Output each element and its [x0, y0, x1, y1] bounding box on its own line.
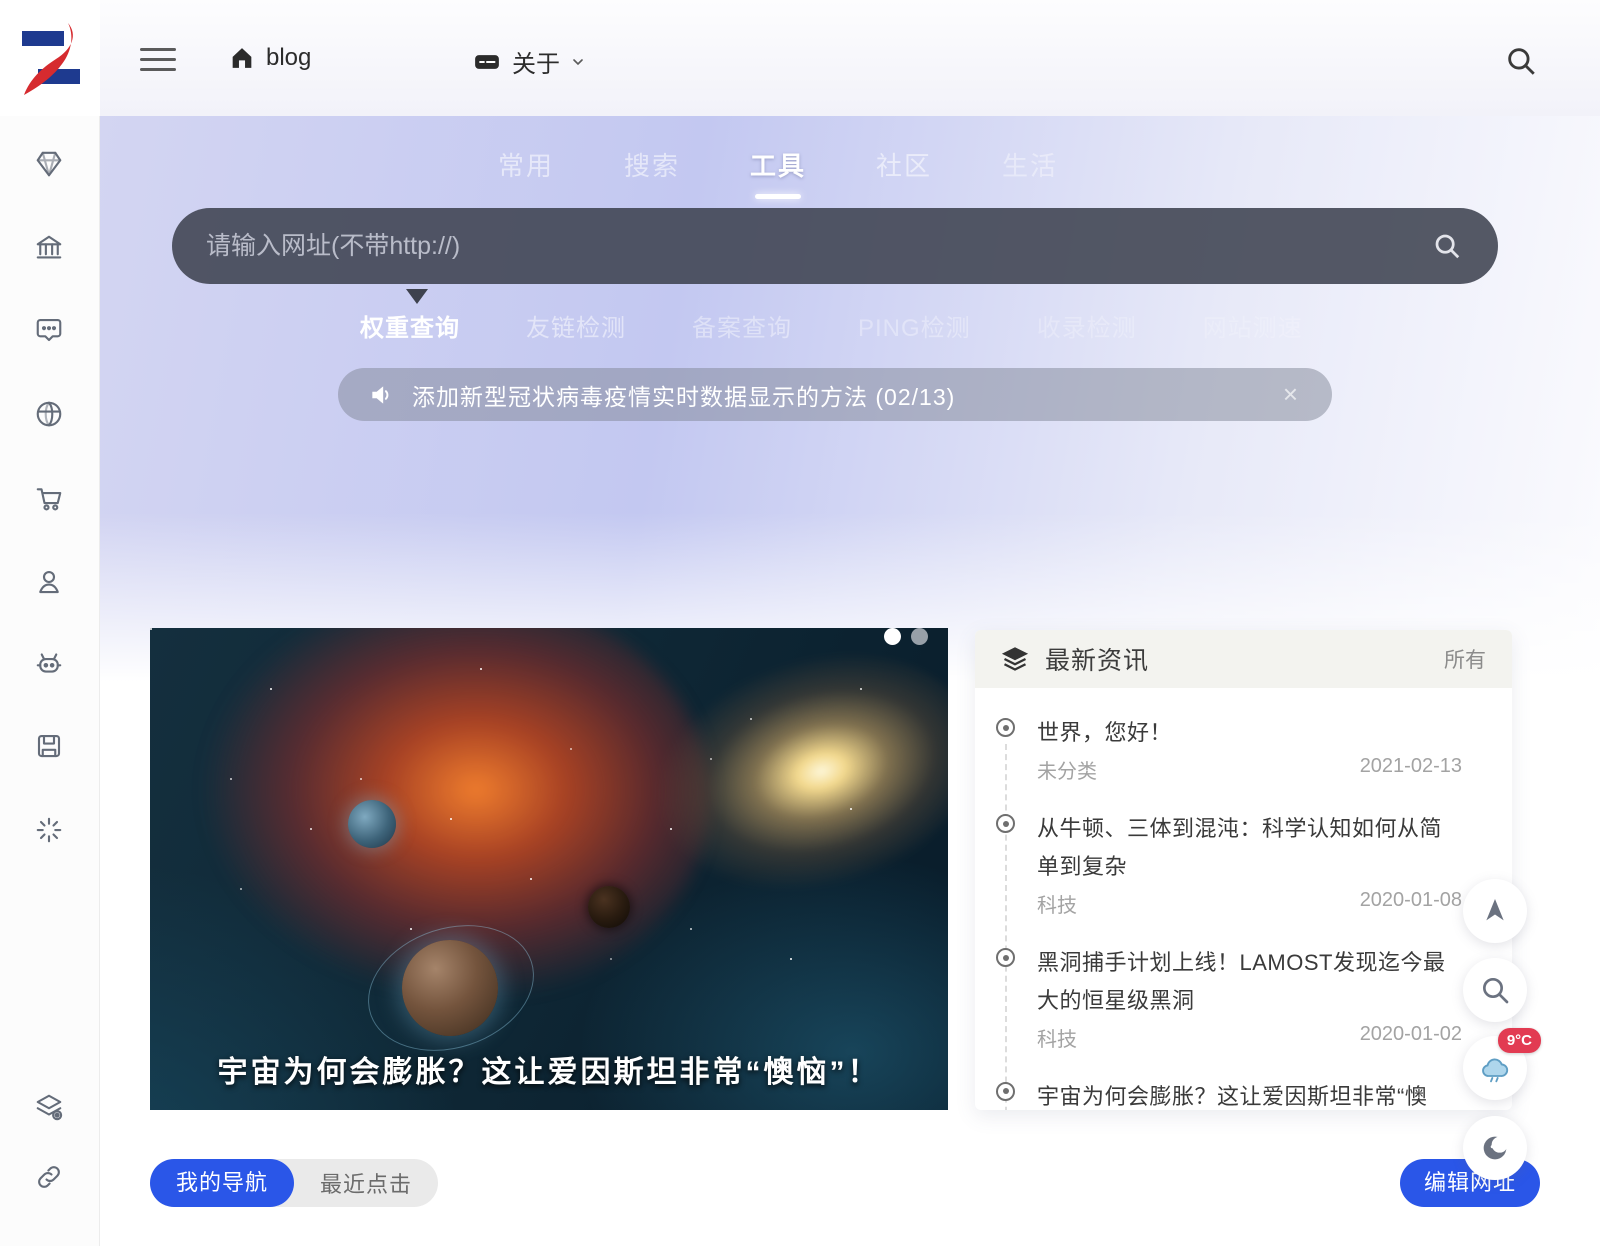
home-icon [228, 44, 256, 72]
layers-database-icon[interactable] [34, 1092, 66, 1124]
nav-home-label: blog [266, 44, 311, 72]
layers-icon [1001, 645, 1029, 673]
news-item-title[interactable]: 从牛顿、三体到混沌：科学认知如何从简单到复杂 [1037, 810, 1462, 885]
news-item-title[interactable]: 世界，您好！ [1037, 714, 1462, 751]
news-item-date: 2020-01-08 [1360, 889, 1462, 918]
weather-fab[interactable]: 9°C [1463, 1036, 1527, 1100]
news-item-category[interactable]: 科技 [1037, 1023, 1077, 1052]
tool-subtabs: 权重查询 友链检测 备案查询 PING检测 收录检测 网站测速 [360, 308, 1303, 343]
news-item[interactable]: 世界，您好！ 未分类 2021-02-13 [993, 714, 1462, 784]
chevron-down-icon [570, 54, 586, 70]
comment-icon[interactable] [34, 315, 66, 347]
news-item-category[interactable]: 未分类 [1037, 755, 1097, 784]
news-item[interactable]: 黑洞捕手计划上线！LAMOST发现迄今最大的恒星级黑洞 科技 2020-01-0… [993, 944, 1462, 1052]
my-nav-button[interactable]: 我的导航 [150, 1159, 294, 1207]
top-header: blog 关于 [100, 0, 1600, 116]
tab-changyong[interactable]: 常用 [498, 146, 554, 199]
carousel-dots [884, 628, 928, 645]
search-fab[interactable] [1463, 958, 1527, 1022]
weather-temp-badge: 9°C [1498, 1028, 1541, 1053]
url-search-bar [172, 208, 1498, 284]
search-submit-icon[interactable] [1432, 231, 1462, 261]
timeline-bullet-icon [996, 1082, 1015, 1101]
bottom-segment-control: 我的导航 最近点击 [150, 1159, 438, 1207]
news-item-category[interactable]: 科技 [1037, 889, 1077, 918]
news-header: 最新资讯 所有 [975, 630, 1512, 688]
robot-icon[interactable] [34, 649, 66, 681]
close-icon[interactable]: × [1279, 379, 1302, 410]
news-item-meta: 科技 2020-01-02 [1037, 1023, 1462, 1052]
menu-toggle-icon[interactable] [140, 48, 176, 74]
tab-shenghuo[interactable]: 生活 [1002, 146, 1058, 199]
subtab-index-check[interactable]: 收录检测 [1037, 308, 1137, 343]
nav-arrow-fab[interactable] [1463, 879, 1527, 943]
timeline-bullet-icon [996, 948, 1015, 967]
globe-icon[interactable] [34, 399, 66, 431]
stars-art [150, 628, 152, 630]
planet-art [402, 940, 498, 1036]
subtab-icp-query[interactable]: 备案查询 [692, 308, 792, 343]
cart-icon[interactable] [34, 483, 66, 515]
spinner-icon[interactable] [34, 815, 66, 847]
category-tabs: 常用 搜索 工具 社区 生活 [498, 146, 1058, 199]
header-search-icon[interactable] [1504, 44, 1538, 78]
nav-home[interactable]: blog [228, 44, 311, 72]
moon-icon [1479, 1132, 1511, 1164]
save-icon[interactable] [34, 731, 66, 763]
bank-icon[interactable] [34, 233, 66, 265]
subtab-ping-check[interactable]: PING检测 [858, 308, 971, 343]
timeline-line [1005, 744, 1007, 1110]
news-item-date: 2021-02-13 [1360, 755, 1462, 784]
news-item-meta: 科技 2020-01-08 [1037, 889, 1462, 918]
news-item[interactable]: 宇宙为何会膨胀？这让爱因斯坦非常“懊恼”！ [993, 1078, 1462, 1110]
tab-shequ[interactable]: 社区 [876, 146, 932, 199]
news-item-title[interactable]: 宇宙为何会膨胀？这让爱因斯坦非常“懊恼”！ [1037, 1078, 1462, 1110]
planet-art [588, 886, 630, 928]
news-title: 最新资讯 [1045, 641, 1444, 677]
carousel-caption[interactable]: 宇宙为何会膨胀？这让爱因斯坦非常“懊恼”！ [190, 1050, 908, 1097]
gem-icon[interactable] [34, 149, 66, 181]
link-icon[interactable] [34, 1162, 66, 1194]
nav-about[interactable]: 关于 [472, 44, 586, 79]
subtab-weight-query[interactable]: 权重查询 [360, 308, 460, 343]
news-list: 世界，您好！ 未分类 2021-02-13 从牛顿、三体到混沌：科学认知如何从简… [975, 688, 1512, 1110]
navigation-arrow-icon [1479, 895, 1511, 927]
site-logo[interactable] [0, 0, 100, 116]
news-item[interactable]: 从牛顿、三体到混沌：科学认知如何从简单到复杂 科技 2020-01-08 [993, 810, 1462, 918]
recent-clicks-button[interactable]: 最近点击 [294, 1167, 438, 1199]
search-icon [1479, 974, 1511, 1006]
subtab-friendlink-check[interactable]: 友链检测 [526, 308, 626, 343]
night-mode-fab[interactable] [1463, 1116, 1527, 1180]
announcement-text[interactable]: 添加新型冠状病毒疫情实时数据显示的方法 (02/13) [412, 378, 1279, 412]
carousel-dot[interactable] [911, 628, 928, 645]
news-item-title[interactable]: 黑洞捕手计划上线！LAMOST发现迄今最大的恒星级黑洞 [1037, 944, 1462, 1019]
nav-about-label: 关于 [512, 44, 560, 79]
timeline-bullet-icon [996, 718, 1015, 737]
page: blog 关于 常用 搜索 工具 社区 生活 权重查询 友链检测 备案查询 PI… [0, 0, 1600, 1246]
active-subtab-pointer [406, 289, 428, 304]
featured-carousel[interactable]: 宇宙为何会膨胀？这让爱因斯坦非常“懊恼”！ [150, 628, 948, 1110]
url-search-input[interactable] [172, 232, 1432, 261]
carousel-dot-active[interactable] [884, 628, 901, 645]
planet-art [348, 800, 396, 848]
left-sidebar [0, 0, 100, 1246]
timeline-bullet-icon [996, 814, 1015, 833]
weather-cloud-icon [1479, 1052, 1511, 1084]
user-icon[interactable] [34, 567, 66, 599]
latest-news-panel: 最新资讯 所有 世界，您好！ 未分类 2021-02-13 从牛顿、三体到混沌：… [975, 630, 1512, 1110]
logo-z-icon [14, 19, 86, 97]
message-icon [472, 47, 502, 77]
announcement-bar[interactable]: 添加新型冠状病毒疫情实时数据显示的方法 (02/13) × [338, 368, 1332, 421]
tab-gongju[interactable]: 工具 [750, 146, 806, 199]
tab-sousuo[interactable]: 搜索 [624, 146, 680, 199]
speaker-icon [368, 382, 394, 408]
news-all-link[interactable]: 所有 [1444, 644, 1486, 674]
subtab-speed-test[interactable]: 网站测速 [1203, 308, 1303, 343]
news-item-date: 2020-01-02 [1360, 1023, 1462, 1052]
news-item-meta: 未分类 2021-02-13 [1037, 755, 1462, 784]
